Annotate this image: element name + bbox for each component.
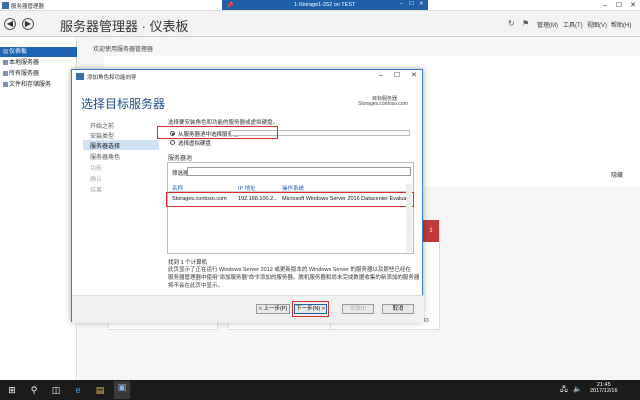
rdp-title: 1-Storage1-252 on TEST [294,2,356,8]
sidebar-item-label: 仪表板 [9,49,28,55]
refresh-icon[interactable]: ↻ [508,19,515,28]
menu-help[interactable]: 帮助(H) [611,20,631,29]
storage-icon [3,82,8,87]
rdp-close-button[interactable]: ✕ [419,1,424,7]
page-title: 服务器管理器 · 仪表板 [60,19,189,34]
server-pool-label: 服务器池 [168,156,193,162]
previous-button[interactable]: < 上一步(P) [256,304,290,314]
close-button[interactable]: ✕ [626,1,640,10]
radio-virtual-disk[interactable] [170,140,175,145]
clock-date: 2017/12/16 [590,388,618,394]
sidebar-item-local-server[interactable]: 本地服务器 [0,58,77,68]
menu-tools[interactable]: 工具(T) [563,20,583,29]
menu-view[interactable]: 视图(V) [587,20,607,29]
server-manager-icon [2,2,9,9]
instruction-text: 选择要安装角色和功能的服务器或虚拟硬盘。 [168,120,279,126]
note-line: 此页显示了正在运行 Windows Server 2012 或更新版本的 Win… [168,267,411,273]
pin-icon[interactable]: 📌 [226,2,233,9]
cancel-button[interactable]: 取消 [382,304,414,314]
dialog-close-button[interactable]: ✕ [407,71,421,81]
servers-icon [3,71,8,76]
volume-icon[interactable]: 🔈 [573,385,582,393]
step-server-selection[interactable]: 服务器选择 [90,141,120,150]
step-features: 功能 [90,166,103,172]
scrollbar[interactable] [406,184,412,252]
edge-icon[interactable]: e [72,384,84,396]
filter-input[interactable] [187,167,411,176]
highlight-box [292,301,329,317]
add-roles-wizard-dialog: 添加角色和功能向导 – ☐ ✕ 选择目标服务器 目标服务器 Storages.c… [71,69,424,323]
start-icon[interactable]: ⊞ [6,384,18,396]
step-installation-type[interactable]: 安装类型 [90,131,114,140]
step-confirmation: 确认 [90,177,103,183]
highlight-box [157,126,278,139]
task-view-icon[interactable]: ◫ [50,384,62,396]
maximize-button[interactable]: ☐ [612,1,626,10]
rdp-restore-button[interactable]: ☐ [409,1,414,7]
server-manager-taskbar-icon[interactable]: ▣ [114,381,130,399]
back-button[interactable]: ◀ [4,18,16,30]
rdp-minimize-button[interactable]: – [400,1,403,7]
hide-link[interactable]: 隐藏 [611,170,623,179]
file-explorer-icon[interactable]: ▤ [94,384,106,396]
dialog-minimize-button[interactable]: – [374,71,388,81]
network-icon[interactable]: 🖧 [560,385,568,396]
sidebar-item-label: 所有服务器 [9,71,40,77]
step-server-roles[interactable]: 服务器角色 [90,152,120,161]
window-title: 服务器管理器 [11,4,45,10]
sidebar-item-dashboard[interactable]: 仪表板 [0,47,77,57]
search-icon[interactable]: ⚲ [28,384,40,396]
wizard-heading: 选择目标服务器 [81,97,166,111]
note-line: 服务器管理器中使用"添加服务器"命令添加的服务器。脱机服务器和尚未完成数据收集的… [168,275,420,281]
sidebar: 仪表板 本地服务器 所有服务器 文件和存储服务 [0,37,77,380]
minimize-button[interactable]: – [598,1,612,10]
dashboard-icon [3,49,8,54]
clock[interactable]: 21:45 2017/12/16 [590,382,618,394]
sidebar-item-all-servers[interactable]: 所有服务器 [0,69,77,79]
destination-server-value: Storages.contoso.com [358,101,408,107]
rdp-connection-bar: 📌 1-Storage1-252 on TEST – ☐ ✕ [222,0,428,10]
alert-badge[interactable]: 1 [423,220,439,242]
sidebar-item-label: 本地服务器 [9,60,40,66]
dialog-maximize-button[interactable]: ☐ [390,71,404,81]
sidebar-item-label: 文件和存储服务 [9,82,52,88]
app-header: ◀ ▶ 服务器管理器 · 仪表板 ↻ ⚑ 管理(M) 工具(T) 视图(V) 帮… [0,11,640,37]
taskbar: ⊞ ⚲ ◫ e ▤ ▣ [0,380,640,400]
note-line: 将不会在此页中显示。 [168,283,224,289]
option-virtual-disk-label[interactable]: 选择虚拟硬盘 [178,139,211,147]
sidebar-item-file-storage[interactable]: 文件和存储服务 [0,80,77,90]
flag-icon[interactable]: ⚑ [522,19,529,28]
step-results: 结果 [90,188,103,194]
step-before-you-begin[interactable]: 开始之前 [90,121,114,130]
welcome-heading: 欢迎使用服务器管理器 [93,47,154,53]
wizard-icon [76,73,84,80]
server-icon [3,60,8,65]
menu-manage[interactable]: 管理(M) [537,20,558,29]
forward-button[interactable]: ▶ [22,18,34,30]
install-button: 安装(I) [342,304,374,314]
highlight-box [166,192,414,207]
dialog-title: 添加角色和功能向导 [87,75,137,81]
